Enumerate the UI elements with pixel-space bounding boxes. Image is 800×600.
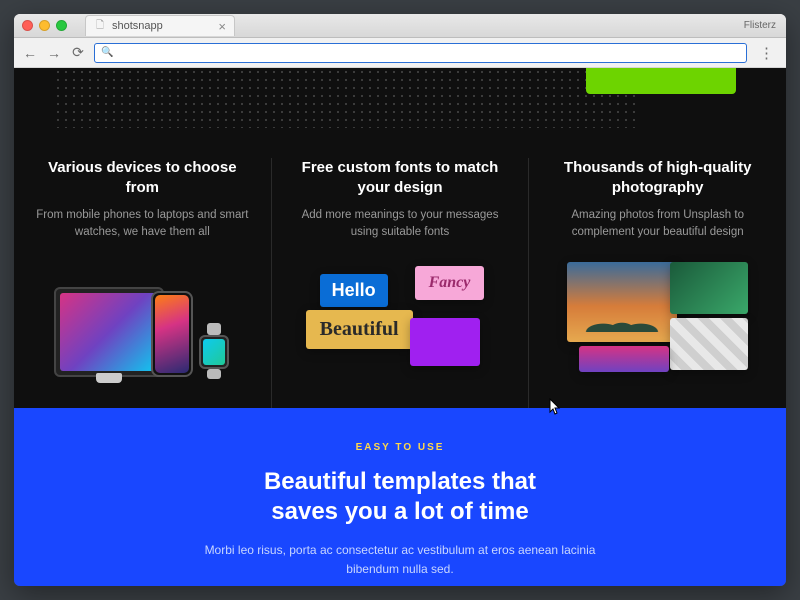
forward-button[interactable]: → xyxy=(46,45,62,61)
feature-desc: Amazing photos from Unsplash to compleme… xyxy=(549,207,766,242)
feature-desc: From mobile phones to laptops and smart … xyxy=(34,207,251,242)
feature-illustration xyxy=(34,262,251,377)
font-card-purple xyxy=(410,318,480,366)
url-input[interactable]: 🔍 xyxy=(94,43,747,63)
window-titlebar: 🗋 shotsnapp × Flisterz xyxy=(14,14,786,38)
font-card-fancy: Fancy xyxy=(415,266,485,300)
close-tab-button[interactable]: × xyxy=(218,20,226,33)
feature-fonts: Free custom fonts to match your design A… xyxy=(271,158,529,408)
feature-devices: Various devices to choose from From mobi… xyxy=(14,158,271,408)
photo-thumb xyxy=(579,346,669,372)
photo-thumb xyxy=(567,262,677,342)
watch-icon xyxy=(199,335,229,369)
templates-section: EASY TO USE Beautiful templates that sav… xyxy=(14,408,786,586)
feature-title: Various devices to choose from xyxy=(34,158,251,197)
section-body: Morbi leo risus, porta ac consectetur ac… xyxy=(190,541,610,579)
font-card-hello: Hello xyxy=(320,274,388,307)
green-accent xyxy=(586,68,736,94)
feature-title: Free custom fonts to match your design xyxy=(292,158,509,197)
monitor-icon xyxy=(54,287,164,377)
tab-title: shotsnapp xyxy=(112,20,212,32)
browser-tab[interactable]: 🗋 shotsnapp × xyxy=(85,15,235,36)
section-heading: Beautiful templates that saves you a lot… xyxy=(94,467,706,527)
feature-illustration xyxy=(549,262,766,377)
feature-desc: Add more meanings to your messages using… xyxy=(292,207,509,242)
traffic-lights xyxy=(22,20,67,31)
maximize-window-button[interactable] xyxy=(56,20,67,31)
photo-thumb xyxy=(670,318,748,370)
page-icon: 🗋 xyxy=(94,20,106,32)
feature-illustration: Hello Fancy Beautiful xyxy=(292,262,509,377)
dots-pattern xyxy=(54,68,636,128)
search-icon: 🔍 xyxy=(101,47,113,58)
page-content: Various devices to choose from From mobi… xyxy=(14,68,786,586)
watch-band xyxy=(207,323,221,335)
feature-photos: Thousands of high-quality photography Am… xyxy=(528,158,786,408)
browser-menu-button[interactable]: ⋮ xyxy=(755,44,778,62)
profile-label: Flisterz xyxy=(744,20,776,31)
close-window-button[interactable] xyxy=(22,20,33,31)
watch-band xyxy=(207,369,221,379)
feature-title: Thousands of high-quality photography xyxy=(549,158,766,197)
photo-thumb xyxy=(670,262,748,314)
phone-icon xyxy=(151,291,193,377)
section-eyebrow: EASY TO USE xyxy=(94,442,706,453)
back-button[interactable]: ← xyxy=(22,45,38,61)
minimize-window-button[interactable] xyxy=(39,20,50,31)
font-card-beautiful: Beautiful xyxy=(306,310,413,349)
browser-window: 🗋 shotsnapp × Flisterz ← → ⟳ 🔍 ⋮ Various… xyxy=(14,14,786,586)
reload-button[interactable]: ⟳ xyxy=(70,44,86,61)
address-bar: ← → ⟳ 🔍 ⋮ xyxy=(14,38,786,68)
monitor-stand xyxy=(96,373,122,383)
